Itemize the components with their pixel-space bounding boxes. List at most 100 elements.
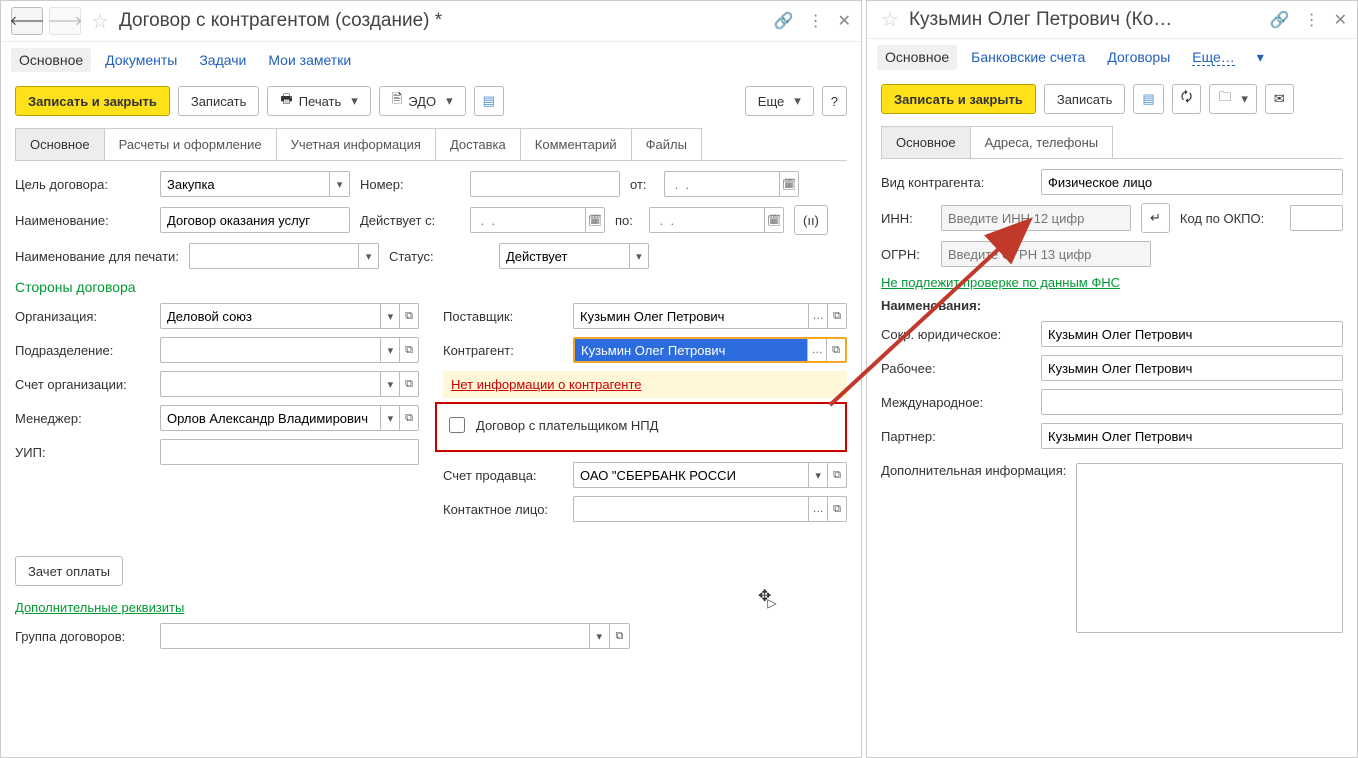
favorite-icon[interactable]: ☆ [877, 7, 903, 32]
no-info-link[interactable]: Нет информации о контрагенте [451, 377, 642, 392]
supplier-label: Поставщик: [443, 309, 563, 324]
dropdown-icon[interactable]: ▾ [629, 244, 648, 268]
purpose-select[interactable]: ▾ [160, 171, 350, 197]
open-icon[interactable]: ⧉ [827, 304, 846, 328]
npd-checkbox[interactable] [449, 417, 465, 433]
fns-link[interactable]: Не подлежит проверке по данным ФНС [881, 275, 1120, 290]
tab-comment[interactable]: Комментарий [520, 128, 632, 160]
inn-fill-button[interactable]: ↵ [1141, 203, 1170, 233]
to-date[interactable]: 🗓 [649, 207, 784, 233]
attach-icon: ▤ [1142, 91, 1154, 107]
org-acct-select[interactable]: ▾⧉ [160, 371, 419, 397]
print-name-input[interactable]: ▾ [189, 243, 379, 269]
save-and-close-button[interactable]: Записать и закрыть [881, 84, 1036, 114]
dropdown-icon[interactable]: ▾ [589, 624, 609, 648]
favorite-icon[interactable]: ☆ [87, 9, 113, 34]
org-label: Организация: [15, 309, 150, 324]
back-button[interactable]: 🡐 [11, 7, 43, 35]
calendar-icon[interactable]: 🗓 [585, 208, 604, 232]
nav-main[interactable]: Основное [11, 48, 91, 72]
dropdown-icon[interactable]: ▾ [329, 172, 349, 196]
print-button[interactable]: 🖶Печать [267, 86, 370, 116]
dropdown-icon[interactable]: ▾ [358, 244, 378, 268]
nav-main[interactable]: Основное [877, 45, 957, 70]
status-select[interactable]: ▾ [499, 243, 649, 269]
barcode-button[interactable]: (ıı) [794, 205, 828, 235]
group-label: Группа договоров: [15, 629, 150, 644]
inn-input[interactable] [941, 205, 1131, 231]
from-date[interactable]: 🗓 [664, 171, 799, 197]
help-button[interactable]: ? [822, 86, 847, 116]
dropdown-icon[interactable]: ▾ [380, 304, 399, 328]
counterparty-select[interactable]: …⧉ [573, 337, 847, 363]
ellipsis-icon[interactable]: … [808, 497, 827, 521]
forward-button[interactable]: 🡒 [49, 7, 81, 35]
open-icon[interactable]: ⧉ [827, 497, 846, 521]
uip-input[interactable] [160, 439, 419, 465]
ellipsis-icon[interactable]: … [807, 339, 826, 361]
offset-button[interactable]: Зачет оплаты [15, 556, 123, 586]
nav-contracts[interactable]: Договоры [1107, 49, 1170, 66]
contact-select[interactable]: …⧉ [573, 496, 847, 522]
action1-button[interactable]: 🗘 [1172, 84, 1202, 114]
tab-acct[interactable]: Учетная информация [276, 128, 436, 160]
ellipsis-icon[interactable]: … [808, 304, 827, 328]
calendar-icon[interactable]: 🗓 [764, 208, 783, 232]
nav-docs[interactable]: Документы [105, 52, 177, 68]
link-icon[interactable]: 🔗 [1270, 10, 1290, 30]
save-button[interactable]: Записать [178, 86, 260, 116]
okpo-input[interactable] [1290, 205, 1343, 231]
kebab-icon[interactable]: ⋮ [1304, 10, 1320, 30]
seller-acct-select[interactable]: ▾⧉ [573, 462, 847, 488]
dropdown-icon[interactable]: ▾ [380, 372, 399, 396]
tab-addr[interactable]: Адреса, телефоны [970, 126, 1114, 158]
tab-calc[interactable]: Расчеты и оформление [104, 128, 277, 160]
valid-from-date[interactable]: 🗓 [470, 207, 605, 233]
more-button[interactable]: Еще [745, 86, 814, 116]
tab-main[interactable]: Основное [15, 128, 105, 160]
tab-delivery[interactable]: Доставка [435, 128, 521, 160]
close-icon[interactable]: ✕ [1334, 10, 1347, 30]
add-info-textarea[interactable] [1076, 463, 1343, 633]
manager-select[interactable]: ▾⧉ [160, 405, 419, 431]
partner-input[interactable] [1041, 423, 1343, 449]
kebab-icon[interactable]: ⋮ [808, 11, 824, 31]
tab-main[interactable]: Основное [881, 126, 971, 158]
dropdown-icon[interactable]: ▾ [808, 463, 827, 487]
short-input[interactable] [1041, 321, 1343, 347]
supplier-select[interactable]: …⧉ [573, 303, 847, 329]
link-icon[interactable]: 🔗 [774, 11, 794, 31]
org-select[interactable]: ▾⧉ [160, 303, 419, 329]
action2-button[interactable]: 🗀 [1209, 84, 1257, 114]
open-icon[interactable]: ⧉ [826, 339, 845, 361]
open-icon[interactable]: ⧉ [399, 372, 418, 396]
group-select[interactable]: ▾⧉ [160, 623, 630, 649]
number-input[interactable] [470, 171, 620, 197]
nav-tasks[interactable]: Задачи [199, 52, 246, 68]
attach-button[interactable]: ▤ [1133, 84, 1163, 114]
nav-more[interactable]: Еще… [1192, 49, 1235, 66]
save-button[interactable]: Записать [1044, 84, 1126, 114]
open-icon[interactable]: ⧉ [399, 338, 418, 362]
attach-button[interactable]: ▤ [474, 86, 504, 116]
tab-files[interactable]: Файлы [631, 128, 702, 160]
dept-select[interactable]: ▾⧉ [160, 337, 419, 363]
close-icon[interactable]: ✕ [838, 11, 851, 31]
calendar-icon[interactable]: 🗓 [779, 172, 798, 196]
nav-notes[interactable]: Мои заметки [268, 52, 351, 68]
dropdown-icon[interactable]: ▾ [380, 406, 399, 430]
open-icon[interactable]: ⧉ [827, 463, 846, 487]
open-icon[interactable]: ⧉ [399, 304, 418, 328]
intl-input[interactable] [1041, 389, 1343, 415]
save-and-close-button[interactable]: Записать и закрыть [15, 86, 170, 116]
name-input[interactable] [160, 207, 350, 233]
dropdown-icon[interactable]: ▾ [380, 338, 399, 362]
edo-button[interactable]: 🖹ЭДО [379, 86, 466, 116]
open-icon[interactable]: ⧉ [609, 624, 629, 648]
kind-select[interactable] [1041, 169, 1343, 195]
nav-bank[interactable]: Банковские счета [971, 49, 1085, 66]
ogrn-input[interactable] [941, 241, 1151, 267]
open-icon[interactable]: ⧉ [399, 406, 418, 430]
action3-button[interactable]: ✉ [1265, 84, 1294, 114]
work-input[interactable] [1041, 355, 1343, 381]
